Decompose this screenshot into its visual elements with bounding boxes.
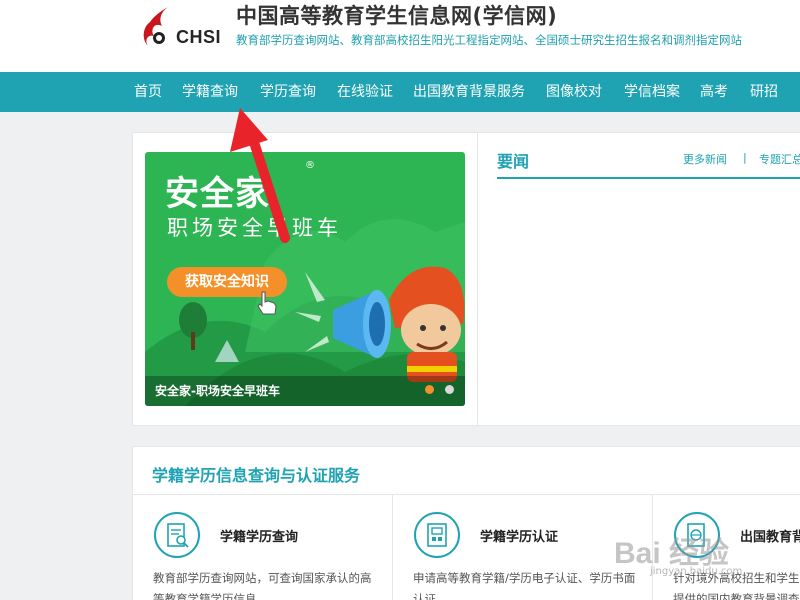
site-subtitle: 教育部学历查询网站、教育部高校招生阳光工程指定网站、全国硕士研究生招生报名和调剂… <box>236 33 742 47</box>
banner-subtitle: 职场安全早班车 <box>167 216 342 240</box>
nav-item-overseas-education[interactable]: 出国教育背景服务 <box>413 72 525 112</box>
site-title: 中国高等教育学生信息网(学信网) <box>236 4 558 28</box>
topic-summary-link[interactable]: 专题汇总 <box>759 151 800 167</box>
news-underline <box>497 177 800 179</box>
nav-item-degree-query[interactable]: 学历查询 <box>260 72 316 112</box>
nav-item-xuexin-archive[interactable]: 学信档案 <box>624 72 680 112</box>
nav-item-gaokao[interactable]: 高考 <box>700 72 728 112</box>
banner-title: 安全家 <box>165 174 270 214</box>
registered-mark: ® <box>305 160 315 171</box>
nav-item-yanzhao[interactable]: 研招 <box>750 72 778 112</box>
service-name[interactable]: 学籍学历认证 <box>480 526 558 545</box>
service-description: 教育部学历查询网站，可查询国家承认的高等教育学籍学历信息 <box>153 571 372 600</box>
card-divider <box>477 132 478 426</box>
baidu-watermark-url: jingyan.baidu.com <box>650 566 743 577</box>
logo-text: CHSI <box>176 27 222 47</box>
more-news-link[interactable]: 更多新闻 <box>683 151 727 167</box>
services-divider <box>132 494 800 495</box>
carousel-dot[interactable] <box>445 385 454 394</box>
nav-item-online-verify[interactable]: 在线验证 <box>337 72 393 112</box>
services-heading: 学籍学历信息查询与认证服务 <box>152 466 361 485</box>
banner-caption: 安全家-职场安全早班车 <box>155 384 280 398</box>
service-description: 申请高等教育学籍/学历电子认证、学历书面认证 <box>413 571 636 600</box>
certificate-icon[interactable] <box>414 512 460 558</box>
main-nav: 首页 学籍查询 学历查询 在线验证 出国教育背景服务 图像校对 学信档案 高考 … <box>0 72 800 112</box>
promo-banner[interactable]: 安全家 ® 职场安全早班车 获取安全知识 安全家-职场安全早班车 <box>145 152 465 406</box>
site-header: CHSI 中国高等教育学生信息网(学信网) 教育部学历查询网站、教育部高校招生阳… <box>0 0 800 72</box>
document-search-icon[interactable] <box>154 512 200 558</box>
news-separator: | <box>743 151 747 164</box>
nav-item-student-status-query[interactable]: 学籍查询 <box>182 72 238 112</box>
service-name[interactable]: 出国教育背景 <box>740 526 800 545</box>
nav-item-home[interactable]: 首页 <box>134 72 162 112</box>
services-column-divider <box>392 494 393 600</box>
service-name[interactable]: 学籍学历查询 <box>220 526 298 545</box>
news-heading: 要闻 <box>497 152 530 171</box>
hand-cursor-icon <box>257 291 277 315</box>
carousel-dot-active[interactable] <box>425 385 434 394</box>
flame-logo-icon <box>143 6 170 46</box>
nav-item-image-proofread[interactable]: 图像校对 <box>546 72 602 112</box>
